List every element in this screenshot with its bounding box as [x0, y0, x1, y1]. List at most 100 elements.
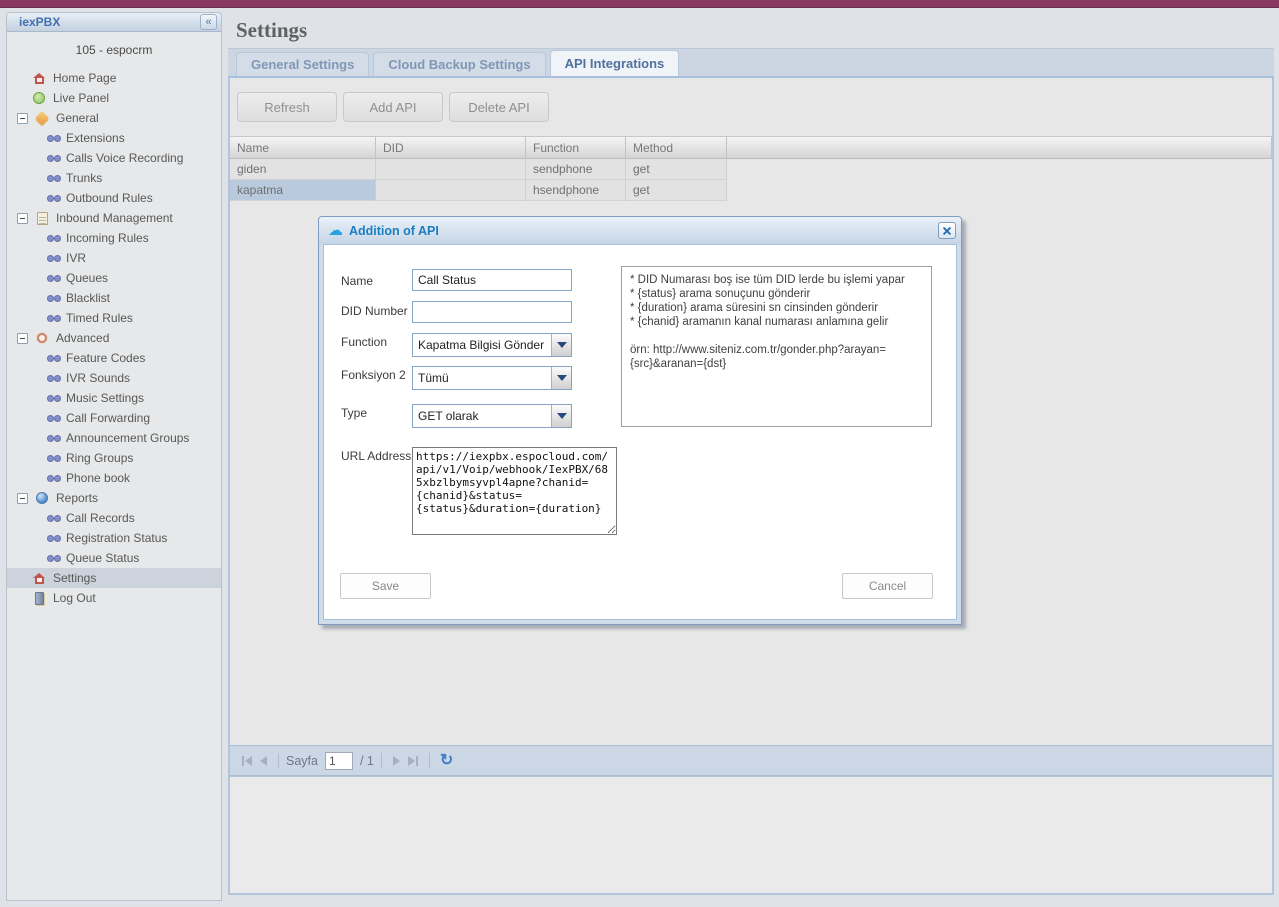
close-icon[interactable] [938, 222, 956, 239]
sidebar-item-settings[interactable]: Settings [7, 568, 221, 588]
page-number-input[interactable] [325, 752, 353, 770]
table-row-selected[interactable]: kapatma hsendphone get [230, 180, 1272, 201]
pagination-bar: Sayfa / 1 ↻ [230, 745, 1272, 776]
collapse-minus-icon[interactable] [17, 493, 28, 504]
sidebar-collapse-button[interactable]: « [200, 14, 217, 30]
sidebar-item-phone-book[interactable]: Phone book [7, 468, 221, 488]
sidebar-item-advanced[interactable]: Advanced [7, 328, 221, 348]
sidebar-item-queue-status[interactable]: Queue Status [7, 548, 221, 568]
sidebar-item-label: Call Records [66, 511, 135, 525]
cell-name[interactable]: giden [230, 159, 376, 180]
last-page-icon[interactable] [404, 754, 422, 768]
delete-api-button[interactable]: Delete API [449, 92, 549, 122]
toolbar: Refresh Add API Delete API [230, 78, 1272, 136]
sidebar-item-label: General [56, 111, 99, 125]
sidebar-item-label: Home Page [53, 71, 116, 85]
sidebar-item-label: Phone book [66, 471, 130, 485]
sidebar-item-ivr-sounds[interactable]: IVR Sounds [7, 368, 221, 388]
chevron-down-icon[interactable] [551, 334, 571, 356]
url-address-textarea[interactable]: https://iexpbx.espocloud.com/api/v1/Voip… [412, 447, 617, 535]
home-icon [31, 571, 47, 585]
sidebar-item-registration-status[interactable]: Registration Status [7, 528, 221, 548]
sidebar-item-blacklist[interactable]: Blacklist [7, 288, 221, 308]
sidebar-item-announcement-groups[interactable]: Announcement Groups [7, 428, 221, 448]
collapse-minus-icon[interactable] [17, 333, 28, 344]
function-select[interactable]: Kapatma Bilgisi Gönder [412, 333, 572, 357]
gear-icon [34, 331, 50, 345]
divider [381, 753, 382, 768]
refresh-grid-icon[interactable]: ↻ [440, 753, 453, 769]
layers-icon [34, 111, 50, 125]
did-number-input[interactable] [412, 301, 572, 323]
name-input[interactable] [412, 269, 572, 291]
next-page-icon[interactable] [389, 754, 404, 768]
cell-method[interactable]: get [626, 180, 727, 201]
cell-method[interactable]: get [626, 159, 727, 180]
sidebar-item-trunks[interactable]: Trunks [7, 168, 221, 188]
type-select[interactable]: GET olarak [412, 404, 572, 428]
chevron-down-icon[interactable] [551, 405, 571, 427]
fonksiyon2-select[interactable]: Tümü [412, 366, 572, 390]
column-header-name[interactable]: Name [230, 136, 376, 159]
dialog-body: Name DID Number Function Kapatma Bilgisi… [323, 244, 957, 620]
column-header-method[interactable]: Method [626, 136, 727, 159]
bullet-dots-icon [47, 235, 60, 242]
cell-did[interactable] [376, 180, 526, 201]
sidebar-item-calls-voice-recording[interactable]: Calls Voice Recording [7, 148, 221, 168]
table-row[interactable]: giden sendphone get [230, 159, 1272, 180]
sidebar-item-label: Feature Codes [66, 351, 145, 365]
tab-general-settings[interactable]: General Settings [236, 52, 369, 76]
sidebar-item-inbound-management[interactable]: Inbound Management [7, 208, 221, 228]
sidebar-item-ivr[interactable]: IVR [7, 248, 221, 268]
bullet-dots-icon [47, 135, 60, 142]
prev-page-icon[interactable] [256, 754, 271, 768]
cancel-button[interactable]: Cancel [842, 573, 933, 599]
dialog-header[interactable]: ☁ Addition of API [319, 217, 961, 244]
bullet-dots-icon [47, 315, 60, 322]
bullet-dots-icon [47, 475, 60, 482]
column-header-function[interactable]: Function [526, 136, 626, 159]
column-header-filler [727, 136, 1272, 159]
sidebar-item-reports[interactable]: Reports [7, 488, 221, 508]
sidebar-item-incoming-rules[interactable]: Incoming Rules [7, 228, 221, 248]
refresh-button[interactable]: Refresh [237, 92, 337, 122]
divider [429, 753, 430, 768]
first-page-icon[interactable] [238, 754, 256, 768]
sidebar-item-label: Extensions [66, 131, 125, 145]
sidebar-item-outbound-rules[interactable]: Outbound Rules [7, 188, 221, 208]
column-header-did[interactable]: DID [376, 136, 526, 159]
sidebar-item-home-page[interactable]: Home Page [7, 68, 221, 88]
chevron-down-icon[interactable] [551, 367, 571, 389]
page-total-label: / 1 [360, 754, 374, 768]
bullet-dots-icon [47, 295, 60, 302]
tab-strip: General Settings Cloud Backup Settings A… [228, 48, 1274, 78]
sidebar-item-feature-codes[interactable]: Feature Codes [7, 348, 221, 368]
sidebar-item-timed-rules[interactable]: Timed Rules [7, 308, 221, 328]
extension-account-label: 105 - espocrm [7, 32, 221, 68]
collapse-minus-icon[interactable] [17, 213, 28, 224]
add-api-button[interactable]: Add API [343, 92, 443, 122]
cell-function[interactable]: sendphone [526, 159, 626, 180]
sidebar-item-label: Inbound Management [56, 211, 173, 225]
cell-name[interactable]: kapatma [230, 180, 376, 201]
sidebar-item-music-settings[interactable]: Music Settings [7, 388, 221, 408]
collapse-minus-icon[interactable] [17, 113, 28, 124]
tab-cloud-backup-settings[interactable]: Cloud Backup Settings [373, 52, 545, 76]
sidebar-item-extensions[interactable]: Extensions [7, 128, 221, 148]
cell-did[interactable] [376, 159, 526, 180]
sidebar-item-log-out[interactable]: Log Out [7, 588, 221, 608]
save-button[interactable]: Save [340, 573, 431, 599]
cell-function[interactable]: hsendphone [526, 180, 626, 201]
top-accent-bar [0, 0, 1279, 8]
clipboard-icon [34, 211, 50, 225]
bullet-dots-icon [47, 175, 60, 182]
sidebar-item-call-records[interactable]: Call Records [7, 508, 221, 528]
sidebar-item-call-forwarding[interactable]: Call Forwarding [7, 408, 221, 428]
sidebar-item-ring-groups[interactable]: Ring Groups [7, 448, 221, 468]
dialog-title: Addition of API [349, 224, 938, 238]
sidebar-item-general[interactable]: General [7, 108, 221, 128]
bullet-dots-icon [47, 195, 60, 202]
sidebar-item-live-panel[interactable]: Live Panel [7, 88, 221, 108]
sidebar-item-queues[interactable]: Queues [7, 268, 221, 288]
tab-api-integrations[interactable]: API Integrations [550, 50, 680, 76]
